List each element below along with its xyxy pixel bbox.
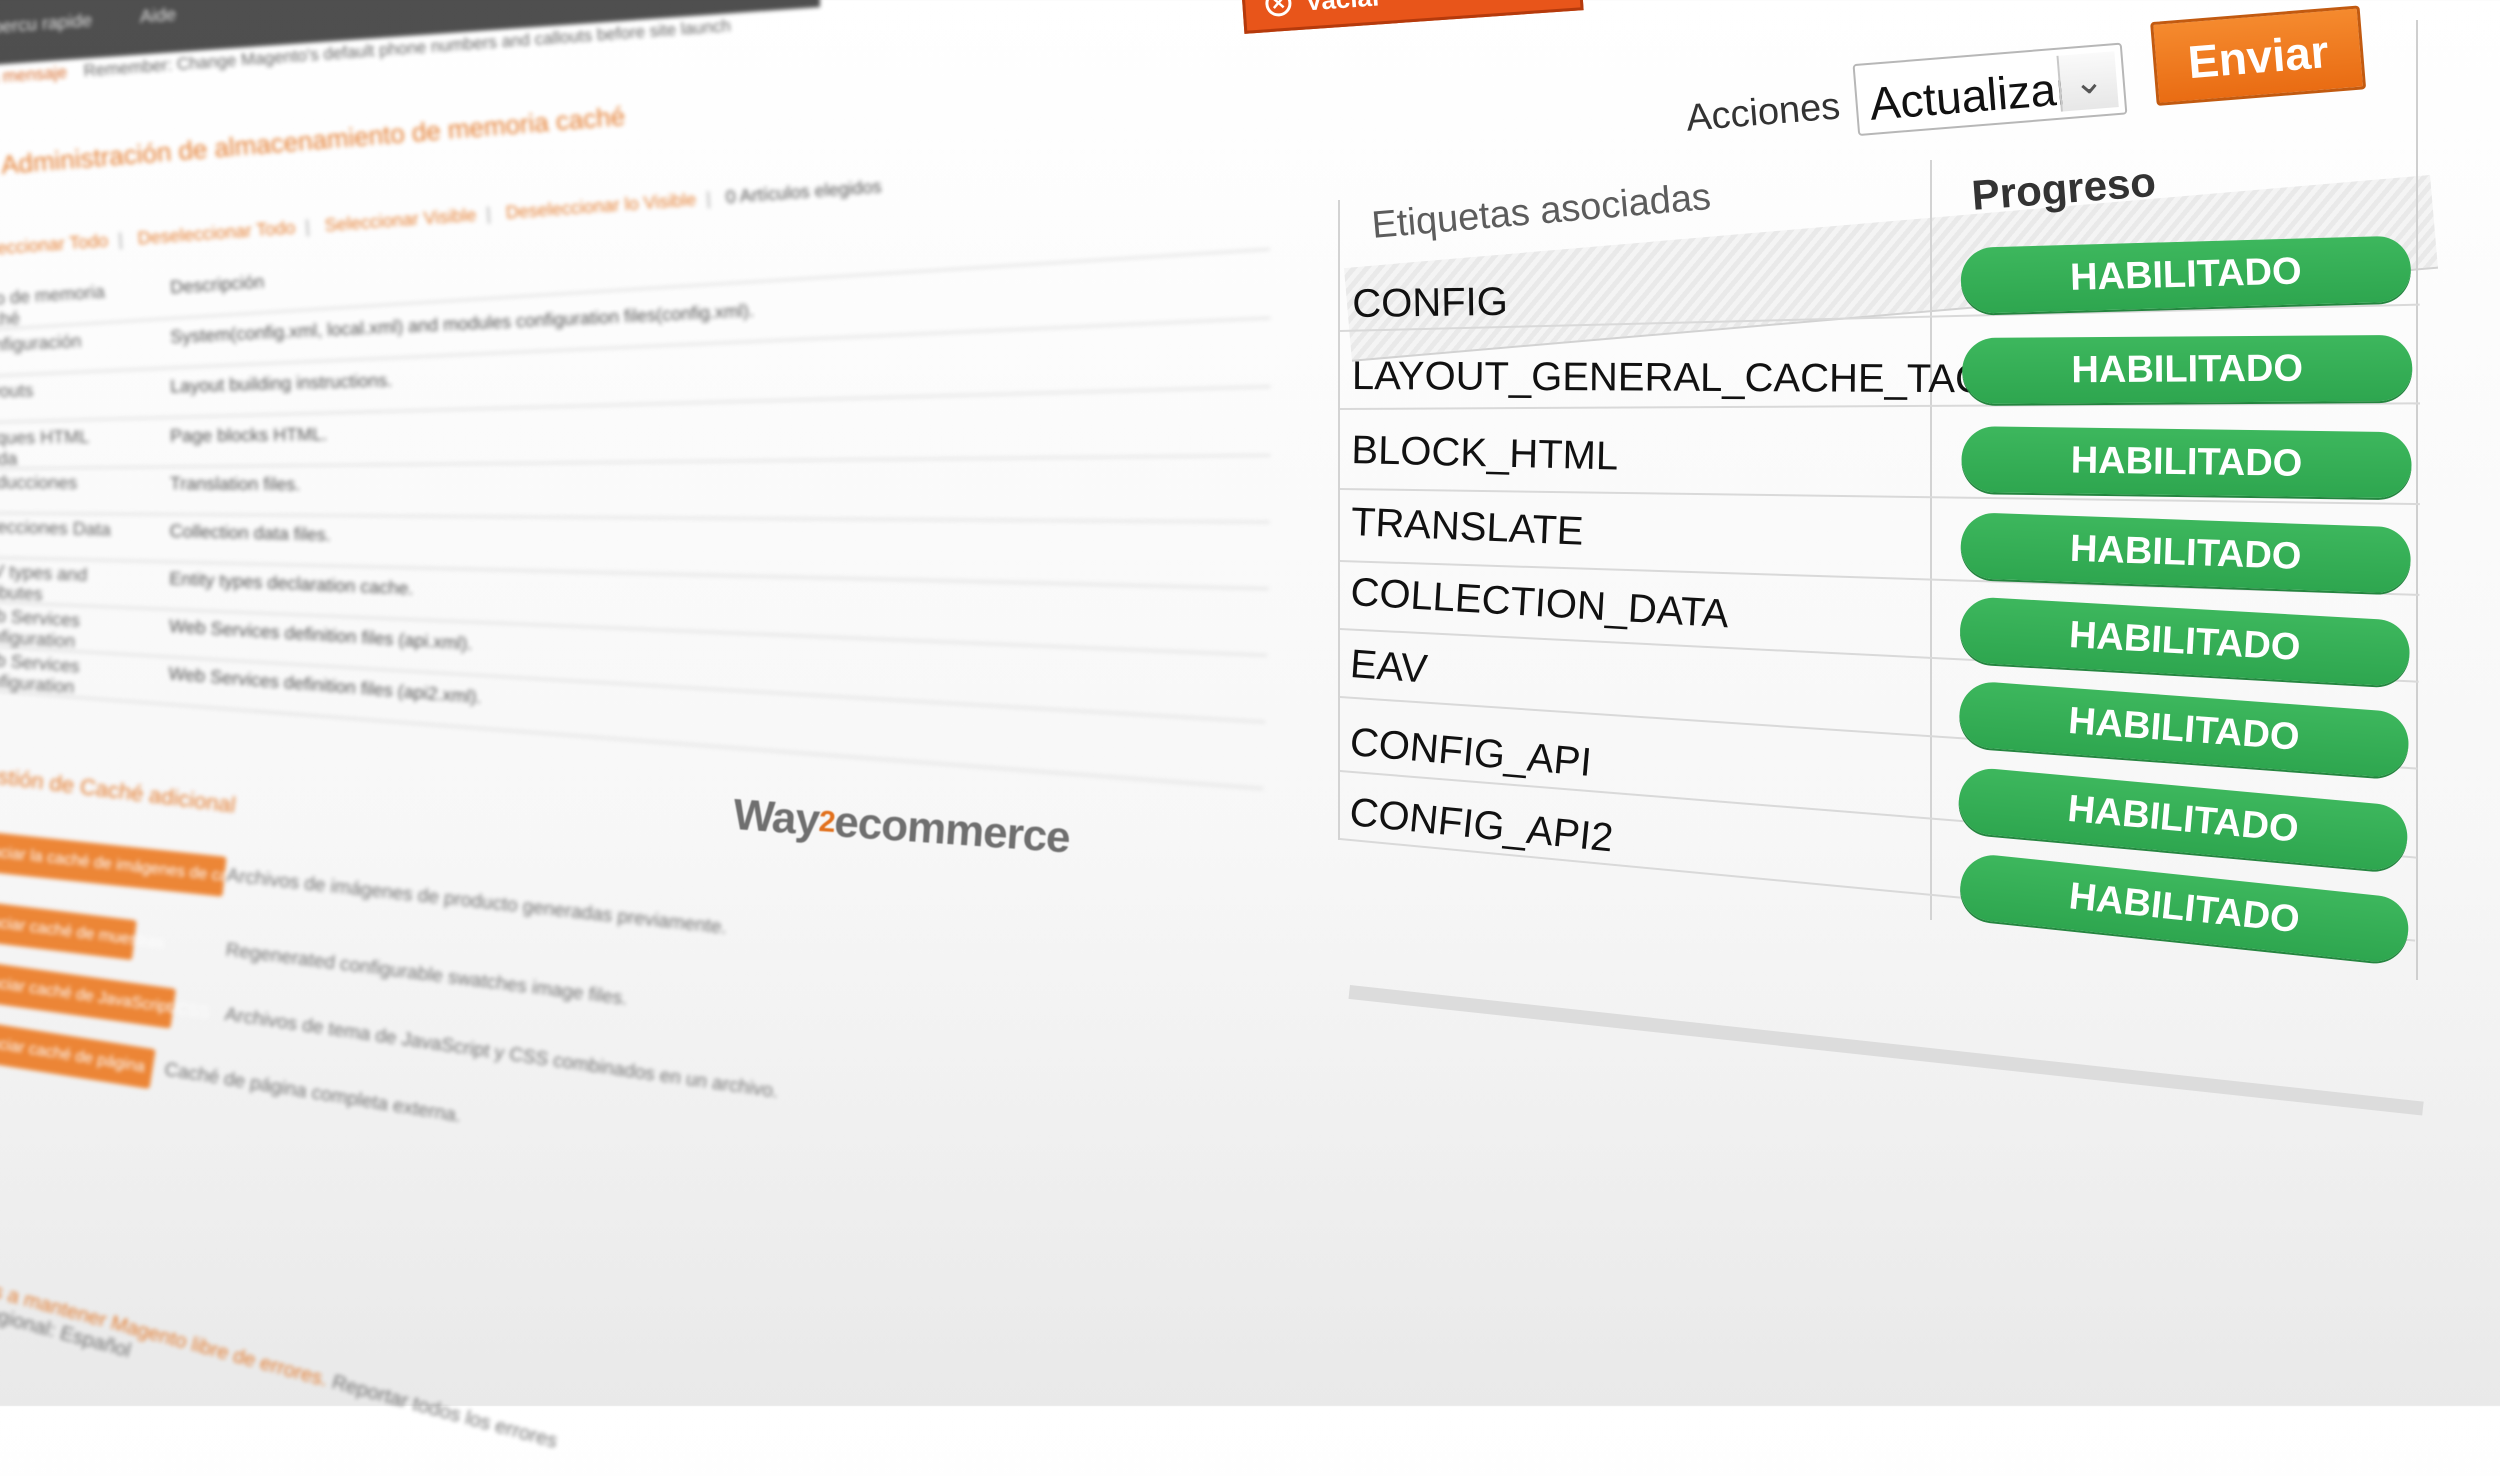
column-divider — [1338, 200, 1340, 840]
row-divider — [1340, 402, 2420, 410]
column-divider — [1930, 160, 1932, 920]
cache-tag: COLLECTION_DATA — [1349, 570, 1730, 637]
cache-tag: EAV — [1348, 642, 1429, 692]
status-badge: HABILITADO — [1956, 766, 2411, 873]
cache-tag: BLOCK_HTML — [1350, 428, 1619, 479]
status-badge: HABILITADO — [1957, 852, 2412, 965]
grid-border — [2416, 20, 2418, 980]
status-badge: HABILITADO — [1958, 596, 2412, 688]
cache-tag: CONFIG_API — [1348, 720, 1594, 785]
cache-tag: TRANSLATE — [1350, 500, 1585, 554]
status-badge: HABILITADO — [1961, 426, 2412, 499]
cache-tag: CONFIG — [1352, 279, 1509, 326]
col-header-tags[interactable]: Etiquetas asociadas — [1370, 176, 1713, 248]
status-badge: HABILITADO — [1962, 334, 2413, 404]
cache-grid: Etiquetas asociadas Progreso CONFIG LAYO… — [0, 0, 2500, 1406]
status-badge: HABILITADO — [1960, 235, 2412, 314]
status-badge: HABILITADO — [1957, 680, 2411, 779]
cache-tag: LAYOUT_GENERAL_CACHE_TAG — [1351, 354, 1987, 402]
